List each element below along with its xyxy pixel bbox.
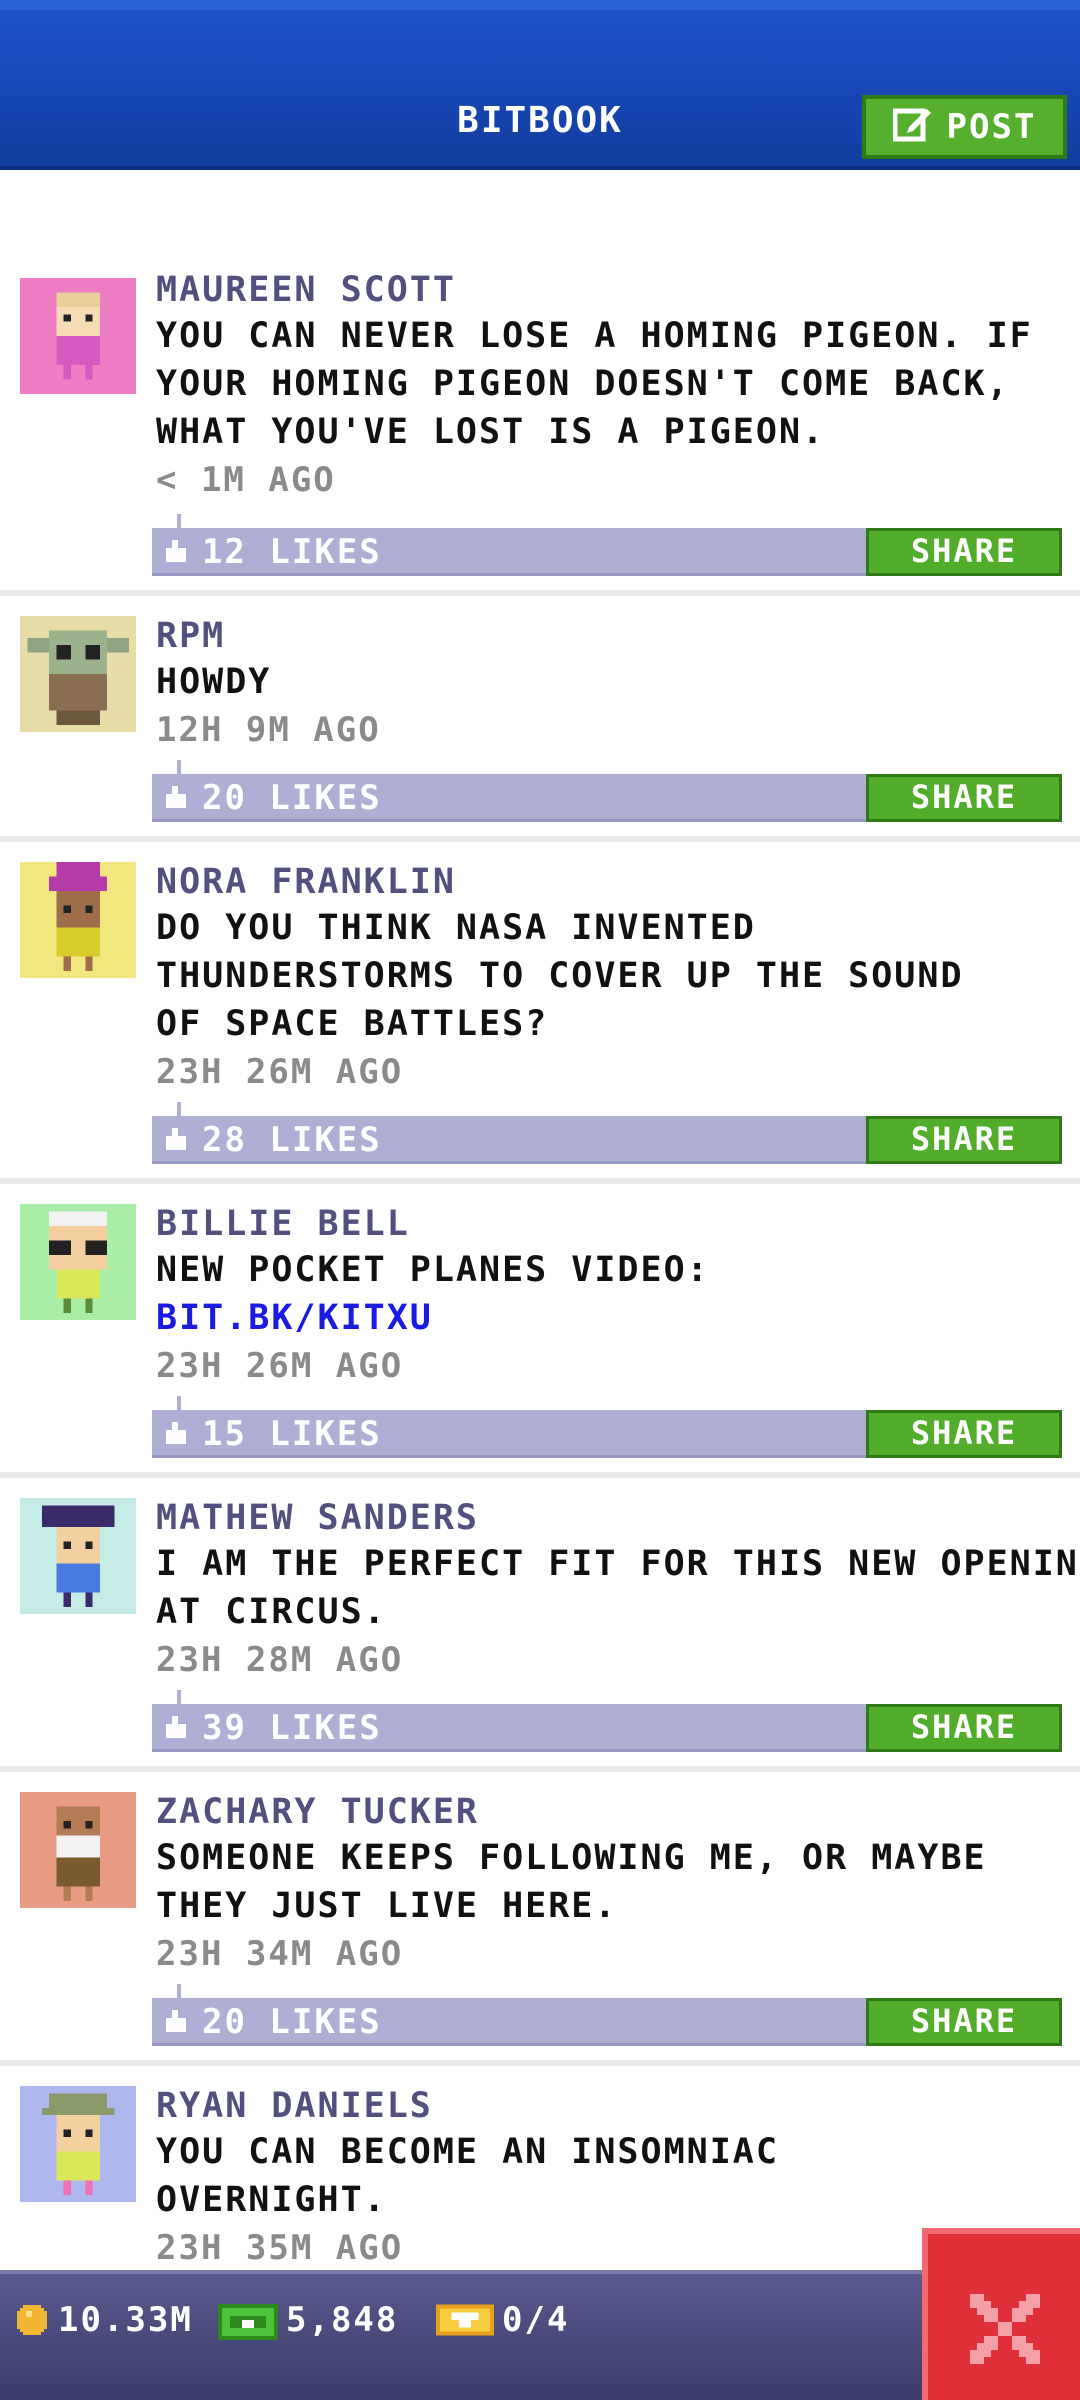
likes-count: 15 LIKES <box>202 1414 382 1454</box>
coin-icon <box>17 2305 47 2335</box>
like-bar-notch <box>177 1102 181 1120</box>
post-author[interactable]: RYAN DANIELS <box>156 2086 433 2126</box>
like-bar-notch <box>177 760 181 778</box>
post-text: OF SPACE BATTLES? <box>156 1004 549 1044</box>
share-button[interactable]: SHARE <box>866 1410 1062 1458</box>
avatar <box>20 1204 136 1320</box>
like-bar-notch <box>177 1396 181 1414</box>
like-bar[interactable]: 39 LIKES SHARE <box>152 1690 1062 1752</box>
post-text: I AM THE PERFECT FIT FOR THIS NEW OPENIN… <box>156 1544 1080 1584</box>
like-bar[interactable]: 15 LIKES SHARE <box>152 1396 1062 1458</box>
avatar <box>20 2086 136 2202</box>
post-author[interactable]: MAUREEN SCOTT <box>156 270 456 310</box>
like-bar[interactable]: 28 LIKES SHARE <box>152 1102 1062 1164</box>
tickets-stat[interactable]: 0/4 <box>436 2298 569 2342</box>
likes-count: 20 LIKES <box>202 778 382 818</box>
like-bar-notch <box>177 1984 181 2002</box>
like-bar-notch <box>177 514 181 532</box>
share-button[interactable]: SHARE <box>866 1116 1062 1164</box>
like-bar[interactable]: 12 LIKES SHARE <box>152 514 1062 576</box>
thumb-up-icon <box>166 786 186 808</box>
bux-stat[interactable]: 5,848 <box>218 2298 398 2342</box>
bux-icon <box>218 2304 278 2340</box>
post-author[interactable]: BILLIE BELL <box>156 1204 410 1244</box>
thumb-up-icon <box>166 1422 186 1444</box>
post-divider <box>0 836 1080 842</box>
thumb-up-icon <box>166 540 186 562</box>
post-author[interactable]: ZACHARY TUCKER <box>156 1792 479 1832</box>
post-text: YOU CAN BECOME AN INSOMNIAC <box>156 2132 779 2172</box>
post-text: SOMEONE KEEPS FOLLOWING ME, OR MAYBE <box>156 1838 987 1878</box>
likes-count: 28 LIKES <box>202 1120 382 1160</box>
edit-icon <box>892 103 933 152</box>
coins-stat[interactable]: 10.33M <box>14 2298 193 2342</box>
post-time: 23H 26M AGO <box>156 1052 404 1092</box>
thumb-up-icon <box>166 1128 186 1150</box>
post-author[interactable]: NORA FRANKLIN <box>156 862 456 902</box>
post-divider <box>0 1178 1080 1184</box>
post-link[interactable]: BIT.BK/KITXU <box>156 1298 433 1338</box>
post-text: THUNDERSTORMS TO COVER UP THE SOUND <box>156 956 964 996</box>
avatar <box>20 1792 136 1908</box>
thumb-up-icon <box>166 1716 186 1738</box>
avatar <box>20 616 136 732</box>
post-text: AT CIRCUS. <box>156 1592 387 1632</box>
post-text: HOWDY <box>156 662 272 702</box>
app-header: BITBOOK POST <box>0 0 1080 170</box>
tickets-value: 0/4 <box>502 2300 570 2340</box>
share-button[interactable]: SHARE <box>866 1704 1062 1752</box>
post-time: 23H 34M AGO <box>156 1934 404 1974</box>
share-button[interactable]: SHARE <box>866 528 1062 576</box>
coins-value: 10.33M <box>58 2300 193 2340</box>
post-author[interactable]: RPM <box>156 616 225 656</box>
post-author[interactable]: MATHEW SANDERS <box>156 1498 479 1538</box>
avatar <box>20 862 136 978</box>
post-divider <box>0 2060 1080 2066</box>
avatar <box>20 278 136 394</box>
thumb-up-icon <box>166 2010 186 2032</box>
likes-count: 39 LIKES <box>202 1708 382 1748</box>
post-text: DO YOU THINK NASA INVENTED <box>156 908 756 948</box>
post-divider <box>0 590 1080 596</box>
post-time: 12H 9M AGO <box>156 710 381 750</box>
status-bar: 10.33M 5,848 0/4 <box>0 2270 1080 2400</box>
share-button[interactable]: SHARE <box>866 1998 1062 2046</box>
post-time: < 1M AGO <box>156 460 336 500</box>
post-button[interactable]: POST <box>862 95 1067 159</box>
post-button-label: POST <box>946 107 1037 147</box>
close-button[interactable] <box>922 2228 1080 2400</box>
post-time: 23H 28M AGO <box>156 1640 404 1680</box>
like-bar-notch <box>177 1690 181 1708</box>
avatar <box>20 1498 136 1614</box>
likes-count: 20 LIKES <box>202 2002 382 2042</box>
post-time: 23H 26M AGO <box>156 1346 404 1386</box>
post-text: NEW POCKET PLANES VIDEO: <box>156 1250 710 1290</box>
bux-value: 5,848 <box>286 2300 399 2340</box>
post-divider <box>0 1472 1080 1478</box>
likes-count: 12 LIKES <box>202 532 382 572</box>
post-text: THEY JUST LIVE HERE. <box>156 1886 618 1926</box>
header-top-line <box>0 0 1080 10</box>
post-text: YOUR HOMING PIGEON DOESN'T COME BACK, <box>156 364 1010 404</box>
post-text: YOU CAN NEVER LOSE A HOMING PIGEON. IF <box>156 316 1033 356</box>
like-bar[interactable]: 20 LIKES SHARE <box>152 760 1062 822</box>
like-bar[interactable]: 20 LIKES SHARE <box>152 1984 1062 2046</box>
post-time: 23H 35M AGO <box>156 2228 404 2268</box>
post-text: WHAT YOU'VE LOST IS A PIGEON. <box>156 412 826 452</box>
close-icon <box>970 2294 1040 2364</box>
share-button[interactable]: SHARE <box>866 774 1062 822</box>
post-divider <box>0 1766 1080 1772</box>
post-text: OVERNIGHT. <box>156 2180 387 2220</box>
ticket-icon <box>436 2304 494 2336</box>
